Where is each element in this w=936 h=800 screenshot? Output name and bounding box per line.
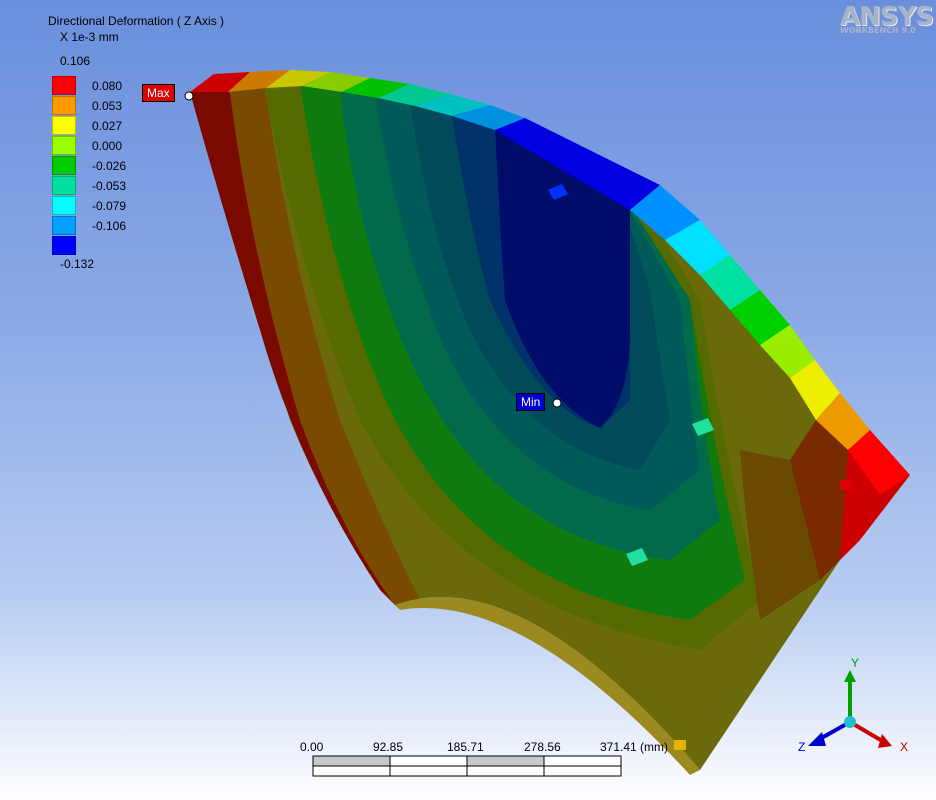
ansys-logo: ANSYS WORKBENCH 9.0: [840, 2, 934, 42]
legend-swatch: [52, 116, 76, 135]
legend-title: Directional Deformation ( Z Axis ): [48, 14, 225, 28]
scale-bar: 0.00 92.85 185.71 278.56 371.41 (mm): [300, 740, 680, 780]
legend-swatch: [52, 136, 76, 155]
legend-entry: 0.027: [52, 116, 172, 136]
scale-label: 278.56: [524, 740, 561, 754]
max-probe-marker: [184, 91, 194, 101]
legend-swatch: [52, 196, 76, 215]
axis-triad[interactable]: [808, 670, 892, 748]
triad-x-label: X: [900, 740, 909, 754]
legend-value: -0.079: [92, 199, 127, 213]
max-probe-label[interactable]: Max: [142, 84, 175, 102]
legend-entry: -0.079: [52, 196, 172, 216]
scale-label: 92.85: [373, 740, 404, 754]
legend-min-value: -0.132: [60, 257, 95, 271]
legend-swatch: [52, 216, 76, 235]
min-probe-label[interactable]: Min: [516, 393, 546, 411]
legend-value: -0.026: [92, 159, 127, 173]
legend-swatch: [52, 76, 76, 95]
legend-value: 0.053: [92, 99, 123, 113]
min-probe-marker: [552, 398, 562, 408]
legend-value: -0.106: [92, 219, 127, 233]
scale-label: 185.71: [447, 740, 484, 754]
legend-value: -0.053: [92, 179, 127, 193]
legend-swatch: [52, 156, 76, 175]
legend-swatch: [52, 96, 76, 115]
legend-entry: -0.106: [52, 216, 172, 236]
triad-y-label: Y: [851, 656, 860, 670]
scale-label: 371.41 (mm): [600, 740, 669, 754]
legend-entry: -0.026: [52, 156, 172, 176]
legend-value: 0.080: [92, 79, 123, 93]
triad-z-label: Z: [798, 740, 806, 754]
legend-entry: -0.053: [52, 176, 172, 196]
legend-entry: [52, 236, 172, 256]
legend-value: 0.027: [92, 119, 123, 133]
legend-swatch: [52, 176, 76, 195]
scale-label: 0.00: [300, 740, 324, 754]
legend-max-value: 0.106: [60, 54, 91, 68]
support-marker: [840, 480, 852, 490]
legend-value: 0.000: [92, 139, 123, 153]
legend-units: X 1e-3 mm: [60, 30, 119, 44]
legend-swatch: [52, 236, 76, 255]
legend-entry: 0.000: [52, 136, 172, 156]
